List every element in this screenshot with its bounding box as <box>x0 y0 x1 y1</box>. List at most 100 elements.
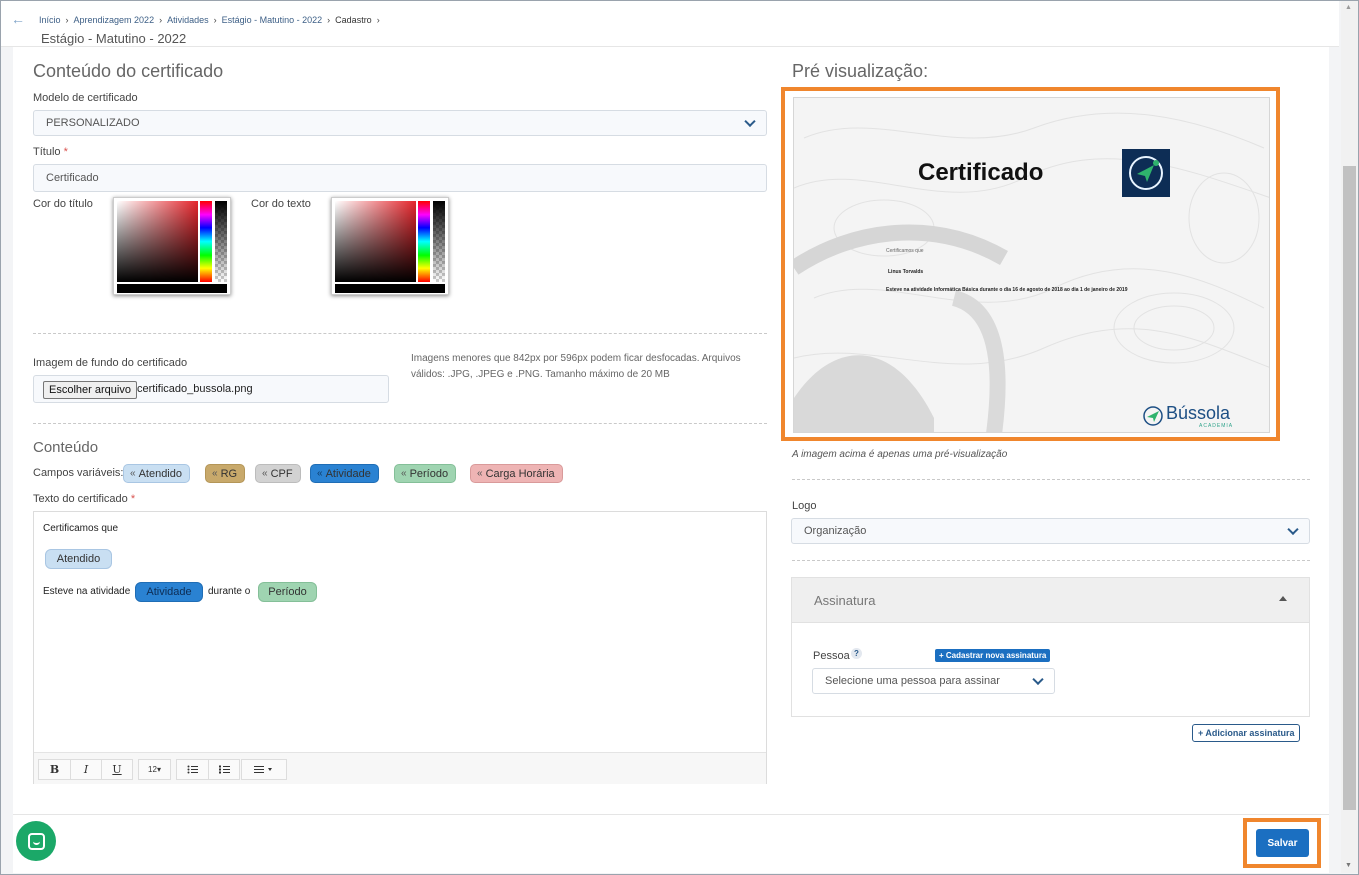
breadcrumb-item-inicio[interactable]: Início <box>39 15 61 25</box>
chevron-down-icon <box>744 115 756 128</box>
chip-periodo[interactable]: «Período <box>394 464 457 483</box>
title-input-value: Certificado <box>46 172 99 184</box>
breadcrumb: Início › Aprendizagem 2022 › Atividades … <box>39 15 380 25</box>
title-label: Título * <box>33 146 68 158</box>
page-subtitle: Estágio - Matutino - 2022 <box>41 31 187 46</box>
scroll-down-icon[interactable]: ▼ <box>1345 862 1352 869</box>
editor-tag-atividade[interactable]: Atividade <box>135 582 203 602</box>
certificate-preview-highlight: Certificado Certificamos que Linus Torva… <box>781 87 1280 441</box>
text-color-label: Cor do texto <box>251 198 311 210</box>
double-chevron-left-icon: « <box>130 468 136 479</box>
font-size-group: 12 ▾ <box>138 759 171 780</box>
certificate-text-label: Texto do certificado * <box>33 493 135 505</box>
title-input[interactable]: Certificado <box>33 164 767 192</box>
chip-atendido[interactable]: «Atendido <box>123 464 190 483</box>
editor-tag-atendido[interactable]: Atendido <box>45 549 112 569</box>
signature-panel: Assinatura Pessoa ? + Cadastrar nova ass… <box>791 577 1310 717</box>
hue-slider[interactable] <box>200 201 212 282</box>
model-select-value: PERSONALIZADO <box>46 117 140 129</box>
person-label: Pessoa <box>813 650 850 662</box>
title-label-text: Título <box>33 146 61 158</box>
logo-label: Logo <box>792 500 817 512</box>
editor-tag-periodo[interactable]: Período <box>258 582 317 602</box>
chevron-right-icon: › <box>327 15 331 25</box>
collapse-caret-icon[interactable] <box>1279 596 1287 601</box>
signature-title: Assinatura <box>814 593 876 608</box>
double-chevron-left-icon: « <box>212 468 218 479</box>
new-signature-button[interactable]: + Cadastrar nova assinatura <box>935 649 1051 662</box>
person-select[interactable]: Selecione uma pessoa para assinar <box>812 668 1055 694</box>
person-select-placeholder: Selecione uma pessoa para assinar <box>825 675 1000 687</box>
chevron-down-icon <box>1287 523 1299 536</box>
help-icon[interactable]: ? <box>851 648 862 659</box>
certificate-text-label-text: Texto do certificado <box>33 493 128 505</box>
save-button[interactable]: Salvar <box>1256 829 1309 857</box>
brand-name: Bússola <box>1166 403 1231 423</box>
choose-file-button[interactable]: Escolher arquivo <box>43 381 137 399</box>
chip-label: Período <box>409 467 449 480</box>
editor-line-3-prefix: Esteve na atividade <box>43 586 131 597</box>
model-select[interactable]: PERSONALIZADO <box>33 110 767 136</box>
preview-title: Pré visualização: <box>792 61 929 81</box>
section-title-certificate-content: Conteúdo do certificado <box>33 61 224 81</box>
chip-atividade[interactable]: «Atividade <box>310 464 379 483</box>
align-icon[interactable] <box>242 760 286 779</box>
chip-carga-horaria[interactable]: «Carga Horária <box>470 464 563 483</box>
chip-cpf[interactable]: «CPF <box>255 464 301 483</box>
double-chevron-left-icon: « <box>317 468 323 479</box>
chip-label: CPF <box>270 467 293 480</box>
format-group: B I U <box>38 759 133 780</box>
editor-line-1: Certificamos que <box>43 523 119 534</box>
chip-label: RG <box>220 467 238 480</box>
logo-select-value: Organização <box>804 525 867 537</box>
signature-panel-header[interactable]: Assinatura <box>792 578 1309 623</box>
bg-image-file-input[interactable]: Escolher arquivo certificado_bussola.png <box>33 375 389 403</box>
color-preview-bar <box>117 284 227 293</box>
hue-slider[interactable] <box>418 201 430 282</box>
editor-toolbar: B I U 12 ▾ <box>34 752 766 784</box>
back-arrow-icon[interactable]: ← <box>11 11 25 27</box>
divider <box>792 560 1310 561</box>
chip-label: Carga Horária <box>485 467 555 480</box>
chip-label: Atividade <box>325 467 371 480</box>
footer-bar <box>13 814 1329 873</box>
divider <box>33 333 767 334</box>
chevron-right-icon: › <box>159 15 163 25</box>
breadcrumb-item-atividades[interactable]: Atividades <box>167 15 209 25</box>
numbered-list-icon[interactable] <box>208 760 239 779</box>
editor-line-3-mid: durante o <box>208 586 251 597</box>
bullet-list-icon[interactable] <box>177 760 208 779</box>
title-color-picker[interactable] <box>113 197 231 295</box>
organization-logo <box>1122 149 1170 197</box>
saturation-value-area[interactable] <box>335 201 416 282</box>
compass-logo-icon <box>1143 406 1163 426</box>
alpha-slider[interactable] <box>215 201 227 282</box>
alpha-slider[interactable] <box>433 201 445 282</box>
breadcrumb-item-cadastro: Cadastro <box>335 15 372 25</box>
underline-button[interactable]: U <box>101 760 132 779</box>
italic-button[interactable]: I <box>70 760 101 779</box>
scroll-up-icon[interactable]: ▲ <box>1345 4 1352 11</box>
text-color-picker[interactable] <box>331 197 449 295</box>
chip-label: Atendido <box>138 467 182 480</box>
certificate-text-editor[interactable]: Certificamos que Atendido Esteve na ativ… <box>33 511 767 784</box>
logo-select[interactable]: Organização <box>791 518 1310 544</box>
topographic-background <box>794 112 1269 432</box>
bold-button[interactable]: B <box>39 760 70 779</box>
align-group <box>241 759 287 780</box>
certificate-preview: Certificado Certificamos que Linus Torva… <box>793 97 1270 433</box>
file-name: certificado_bussola.png <box>137 383 253 395</box>
scrollbar-thumb[interactable] <box>1343 166 1356 810</box>
brand-subtitle: ACADEMIA <box>1199 423 1234 429</box>
breadcrumb-item-estagio[interactable]: Estágio - Matutino - 2022 <box>222 15 323 25</box>
top-bar: ← Início › Aprendizagem 2022 › Atividade… <box>1 1 1339 47</box>
breadcrumb-item-aprendizagem[interactable]: Aprendizagem 2022 <box>74 15 155 25</box>
saturation-value-area[interactable] <box>117 201 198 282</box>
chat-launcher[interactable] <box>16 821 56 861</box>
add-signature-button[interactable]: + Adicionar assinatura <box>1192 724 1301 742</box>
preview-note: A imagem acima é apenas uma pré-visualiz… <box>792 449 1008 460</box>
font-size-dropdown[interactable]: 12 ▾ <box>139 760 170 779</box>
chip-rg[interactable]: «RG <box>205 464 246 483</box>
list-group <box>176 759 240 780</box>
divider <box>792 479 1310 480</box>
